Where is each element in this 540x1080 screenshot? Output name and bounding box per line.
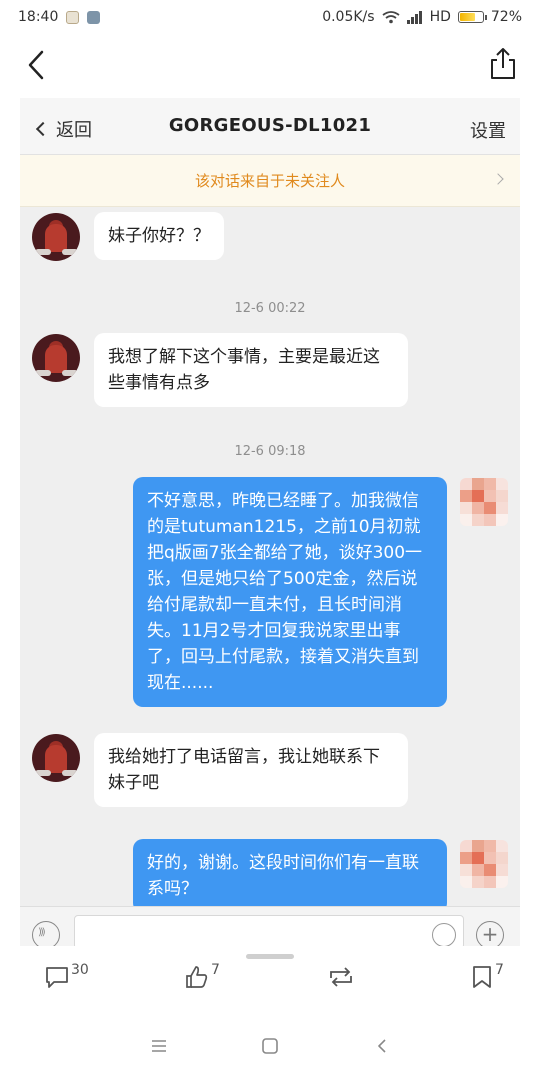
message-bubble-outgoing[interactable]: 不好意思，昨晚已经睡了。加我微信的是tutuman1215，之前10月初就把q版… [133,477,447,707]
message-bubble-incoming[interactable]: 我给她打了电话留言，我让她联系下妹子吧 [94,733,408,807]
message-bubble-outgoing[interactable]: 好的，谢谢。这段时间你们有一直联系吗？ [133,839,447,913]
message-timestamp: 12-6 09:18 [234,444,306,459]
non-follower-banner[interactable]: 该对话来自于未关注人 [20,155,520,207]
message-timestamp: 12-6 00:22 [234,301,306,316]
app-top-bar [0,34,540,98]
chat-settings-button[interactable]: 设置 [470,117,506,143]
chat-input-bar: + [20,906,520,946]
comment-icon [46,967,68,988]
bookmark-button[interactable]: 7 [470,962,504,990]
chat-screenshot: 返回 GORGEOUS-DL1021 设置 该对话来自于未关注人 妹子你好？？ … [20,98,520,946]
like-button[interactable]: 7 [184,962,220,990]
battery-icon [457,11,487,23]
chat-header: 返回 GORGEOUS-DL1021 设置 [20,98,520,155]
status-bar: 18:40 0.05K/s HD 72% [0,0,540,34]
like-count: 7 [211,962,220,978]
hd-label: HD [429,9,451,25]
nav-back-icon[interactable] [374,1038,390,1054]
plus-button[interactable]: + [476,921,504,946]
chat-title: GORGEOUS-DL1021 [168,115,372,136]
my-avatar[interactable] [460,478,508,526]
repost-button[interactable] [326,964,356,990]
share-icon[interactable] [488,46,518,82]
emoji-icon[interactable] [432,923,456,946]
status-time: 18:40 [18,9,59,25]
system-nav-bar [0,1016,540,1080]
battery-percent: 72% [490,9,522,25]
comment-button[interactable]: 30 [44,962,89,990]
signal-icon [406,10,422,24]
thumbs-up-icon [186,966,208,988]
sender-avatar[interactable] [32,213,80,261]
menu-icon[interactable] [150,1038,168,1054]
network-speed: 0.05K/s [322,9,375,25]
comment-count: 30 [71,962,89,978]
app-notification-icon [87,10,101,24]
voice-icon[interactable] [32,921,60,946]
wifi-icon [382,11,400,24]
banner-text: 该对话来自于未关注人 [194,172,345,190]
home-square-icon[interactable] [261,1038,279,1054]
sender-avatar[interactable] [32,734,80,782]
notification-icon [66,10,80,24]
message-bubble-incoming[interactable]: 我想了解下这个事情，主要是最近这些事情有点多 [94,333,408,407]
chevron-left-icon[interactable] [22,48,52,82]
my-avatar[interactable] [460,840,508,888]
message-input[interactable] [74,915,464,946]
sender-avatar[interactable] [32,334,80,382]
bookmark-icon [473,966,491,988]
drag-handle[interactable] [246,954,294,959]
bookmark-count: 7 [495,962,504,978]
action-bar: 30 7 7 [0,946,540,1016]
repost-icon [330,967,352,987]
message-bubble-incoming[interactable]: 妹子你好？？ [94,212,224,260]
